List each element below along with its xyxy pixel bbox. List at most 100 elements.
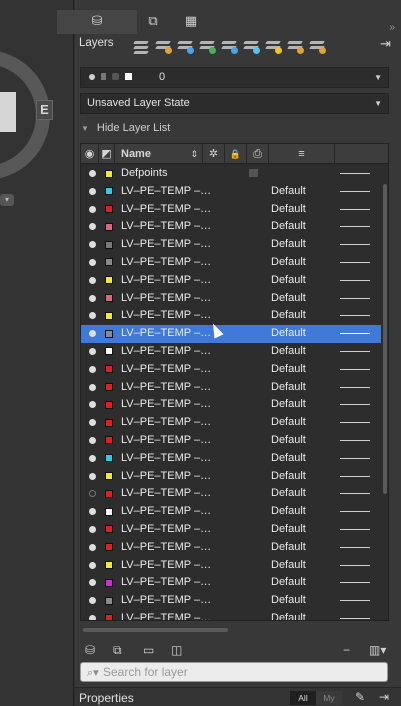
column-lineweight[interactable] [335,144,388,164]
lineweight-preview[interactable] [340,564,370,566]
freeze-layer-icon[interactable] [243,38,260,54]
layer-linetype[interactable]: Default [271,345,306,357]
layer-row[interactable]: LV–PE–TEMP –… Default [81,183,381,201]
layer-color-swatch[interactable] [105,578,113,587]
layer-row[interactable]: LV–PE–TEMP –… Default [81,218,381,236]
lineweight-preview[interactable] [340,617,370,619]
layer-color-swatch[interactable] [105,418,113,427]
layer-row[interactable]: LV–PE–TEMP –… Default [81,468,381,486]
layer-row[interactable]: LV–PE–TEMP –… Default [81,485,381,503]
column-linetype[interactable]: ≡ [269,144,335,164]
layer-on-off-icon[interactable] [89,365,96,373]
new-layer-frozen-icon[interactable]: ⧉ [113,643,122,658]
layer-linetype[interactable]: Default [271,363,306,375]
layer-on-off-icon[interactable] [89,472,96,480]
layer-on-off-icon[interactable] [89,312,96,320]
layer-row[interactable]: LV–PE–TEMP –… Default [81,236,381,254]
set-current-layer-icon[interactable] [177,38,194,54]
layer-color-swatch[interactable] [105,400,113,409]
layer-on-off-icon[interactable] [89,258,96,266]
dock-palette-icon[interactable]: ⇥ [380,36,391,52]
lineweight-preview[interactable] [340,279,370,281]
layer-linetype[interactable]: Default [271,594,306,606]
layer-on-off-icon[interactable] [89,614,96,620]
lineweight-preview[interactable] [340,315,370,317]
layer-color-swatch[interactable] [105,240,113,249]
layer-color-swatch[interactable] [105,347,113,356]
layer-row[interactable]: LV–PE–TEMP –… Default [81,307,381,325]
lineweight-preview[interactable] [340,493,370,495]
layer-row[interactable]: LV–PE–TEMP –… Default [81,254,381,272]
search-layer-box[interactable]: ⌕▾ [80,662,388,682]
collapse-palette-icon[interactable]: » [389,22,395,33]
new-group-filter-icon[interactable]: ▭ [143,643,154,657]
layer-off-icon[interactable] [265,38,282,54]
column-on[interactable]: ◉ [81,144,99,164]
layer-color-swatch[interactable] [105,436,113,445]
layer-color-swatch[interactable] [105,525,113,534]
layer-on-off-icon[interactable] [89,170,96,177]
layer-linetype[interactable]: Default [271,238,306,250]
lineweight-preview[interactable] [340,368,370,370]
layer-linetype[interactable]: Default [271,505,306,517]
layer-on-off-icon[interactable] [89,205,96,213]
column-freeze[interactable]: ✲ [203,144,225,164]
layer-linetype[interactable]: Default [271,470,306,482]
lineweight-preview[interactable] [340,333,370,335]
layer-color-swatch[interactable] [105,454,113,463]
layer-linetype[interactable]: Default [271,576,306,588]
vertical-scrollbar[interactable] [383,184,387,494]
lineweight-preview[interactable] [340,582,370,584]
layer-row[interactable]: LV–PE–TEMP –… Default [81,379,381,397]
horizontal-scrollbar[interactable] [83,628,228,632]
lineweight-preview[interactable] [340,457,370,459]
layer-on-off-icon[interactable] [89,276,96,284]
layer-row[interactable]: LV–PE–TEMP –… Default [81,432,381,450]
layer-on-off-icon[interactable] [89,436,96,444]
column-options-icon[interactable]: ▥▾ [369,643,386,657]
layer-row[interactable]: LV–PE–TEMP –… Default [81,539,381,557]
layer-on-off-icon[interactable] [89,579,96,587]
lineweight-preview[interactable] [340,546,370,548]
lineweight-preview[interactable] [340,297,370,299]
layer-on-off-icon[interactable] [89,223,96,231]
layer-row[interactable]: LV–PE–TEMP –… Default [81,503,381,521]
lineweight-preview[interactable] [340,261,370,263]
lineweight-preview[interactable] [340,528,370,530]
layer-on-off-icon[interactable] [89,490,96,498]
layer-on-off-icon[interactable] [89,561,96,569]
layer-row[interactable]: LV–PE–TEMP –… Default [81,450,381,468]
new-layer-bottom-icon[interactable]: ⛁ [85,643,95,657]
layer-color-swatch[interactable] [105,205,113,214]
lineweight-preview[interactable] [340,173,370,174]
lineweight-preview[interactable] [340,439,370,441]
layer-on-off-icon[interactable] [89,454,96,462]
layer-row[interactable]: LV–PE–TEMP –… Default [81,343,381,361]
properties-edit-icon[interactable]: ✎ [355,690,365,704]
column-lock[interactable]: 🔒 [225,144,247,164]
filter-all-button[interactable]: All [290,691,316,705]
layer-color-swatch[interactable] [105,365,113,374]
layer-linetype[interactable]: Default [271,327,306,339]
layer-color-swatch[interactable] [105,222,113,231]
lineweight-preview[interactable] [340,600,370,602]
layer-on-off-icon[interactable] [89,419,96,427]
layer-linetype[interactable]: Default [271,185,306,197]
layer-color-swatch[interactable] [105,543,113,552]
no-plot-icon[interactable] [249,169,258,177]
lineweight-preview[interactable] [340,350,370,352]
layer-linetype[interactable]: Default [271,416,306,428]
tab-layer-table[interactable]: ▦ [155,10,227,34]
layer-row[interactable]: LV–PE–TEMP –… Default [81,325,381,343]
layer-on-off-icon[interactable] [89,401,96,409]
current-layer-dropdown[interactable]: 0 ▼ [80,67,389,88]
layer-linetype[interactable]: Default [271,523,306,535]
layer-linetype[interactable]: Default [271,274,306,286]
layer-on-off-icon[interactable] [89,383,96,391]
layer-color-swatch[interactable] [105,311,113,320]
layer-color-swatch[interactable] [105,489,113,498]
lock-layer-icon[interactable] [287,38,304,54]
lineweight-preview[interactable] [340,244,370,246]
layer-row[interactable]: LV–PE–TEMP –… Default [81,574,381,592]
layer-row[interactable]: LV–PE–TEMP –… Default [81,272,381,290]
